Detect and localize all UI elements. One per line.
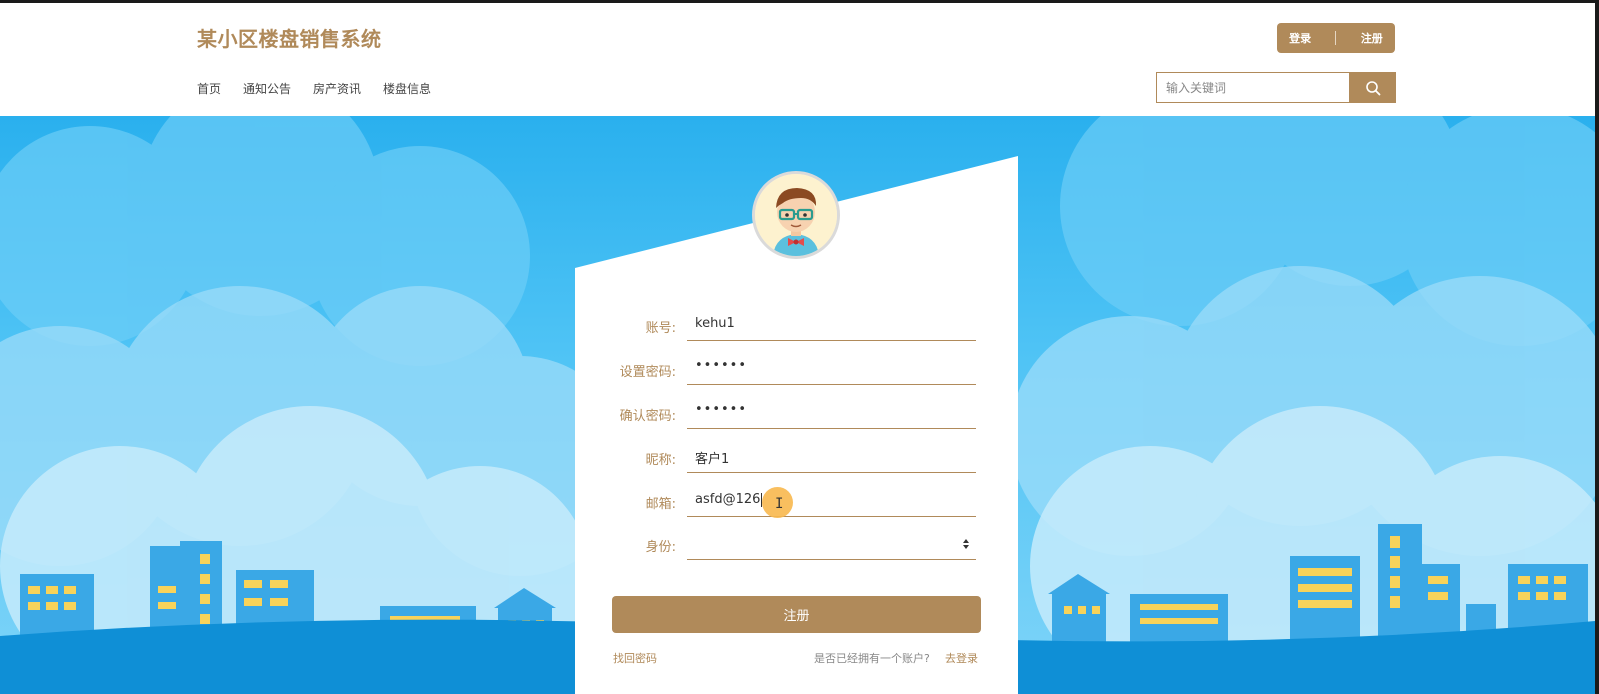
- form-row-nickname: 昵称: 客户1: [575, 441, 1018, 473]
- search-icon: [1365, 80, 1380, 95]
- nickname-label: 昵称:: [645, 453, 676, 468]
- main-nav: 首页 通知公告 房产资讯 楼盘信息: [197, 80, 431, 97]
- avatar-illustration: [755, 174, 837, 256]
- nav-item-properties[interactable]: 楼盘信息: [383, 80, 431, 97]
- identity-select[interactable]: [687, 528, 976, 560]
- identity-label: 身份:: [645, 540, 676, 555]
- select-arrows-icon: [963, 539, 969, 549]
- site-title: 某小区楼盘销售系统: [197, 27, 382, 51]
- have-account-text: 是否已经拥有一个账户?: [814, 652, 930, 665]
- nickname-input[interactable]: 客户1: [687, 441, 976, 473]
- nav-item-home[interactable]: 首页: [197, 80, 221, 97]
- login-button[interactable]: 登录: [1289, 30, 1311, 46]
- avatar: [752, 171, 840, 259]
- form-row-password: 设置密码: ••••••: [575, 353, 1018, 385]
- email-value-wrap: asfd@126: [695, 492, 763, 507]
- window-right-border: [1595, 0, 1599, 694]
- confirm-password-input[interactable]: ••••••: [687, 397, 976, 429]
- go-login-link[interactable]: 去登录: [945, 650, 978, 666]
- password-input[interactable]: ••••••: [687, 353, 976, 385]
- account-input[interactable]: kehu1: [687, 309, 976, 341]
- form-row-identity: 身份:: [575, 528, 1018, 560]
- form-row-account: 账号: kehu1: [575, 309, 1018, 341]
- search-button[interactable]: [1349, 72, 1396, 103]
- forgot-password-link[interactable]: 找回密码: [613, 650, 657, 666]
- register-link-button[interactable]: 注册: [1361, 30, 1383, 46]
- confirm-password-label: 确认密码:: [619, 409, 676, 424]
- form-row-confirm-password: 确认密码: ••••••: [575, 397, 1018, 429]
- ibeam-cursor-icon: I: [775, 496, 784, 512]
- nav-item-news[interactable]: 房产资讯: [313, 80, 361, 97]
- email-value: asfd@126: [695, 492, 761, 507]
- account-label: 账号:: [645, 321, 676, 336]
- form-row-email: 邮箱: asfd@126: [575, 485, 1018, 517]
- register-submit-button[interactable]: 注册: [612, 596, 981, 633]
- site-header: 某小区楼盘销售系统 首页 通知公告 房产资讯 楼盘信息 登录 注册: [0, 3, 1595, 116]
- nav-item-notices[interactable]: 通知公告: [243, 80, 291, 97]
- search-box: [1156, 72, 1396, 103]
- email-label: 邮箱:: [645, 497, 676, 512]
- auth-buttons: 登录 注册: [1277, 23, 1395, 53]
- email-input[interactable]: asfd@126: [687, 485, 976, 517]
- nickname-value: 客户1: [695, 452, 730, 467]
- password-value: ••••••: [695, 358, 748, 373]
- password-label: 设置密码:: [619, 365, 676, 380]
- account-value: kehu1: [695, 316, 735, 331]
- confirm-password-value: ••••••: [695, 402, 748, 417]
- search-input[interactable]: [1156, 72, 1349, 103]
- auth-divider: [1335, 31, 1337, 45]
